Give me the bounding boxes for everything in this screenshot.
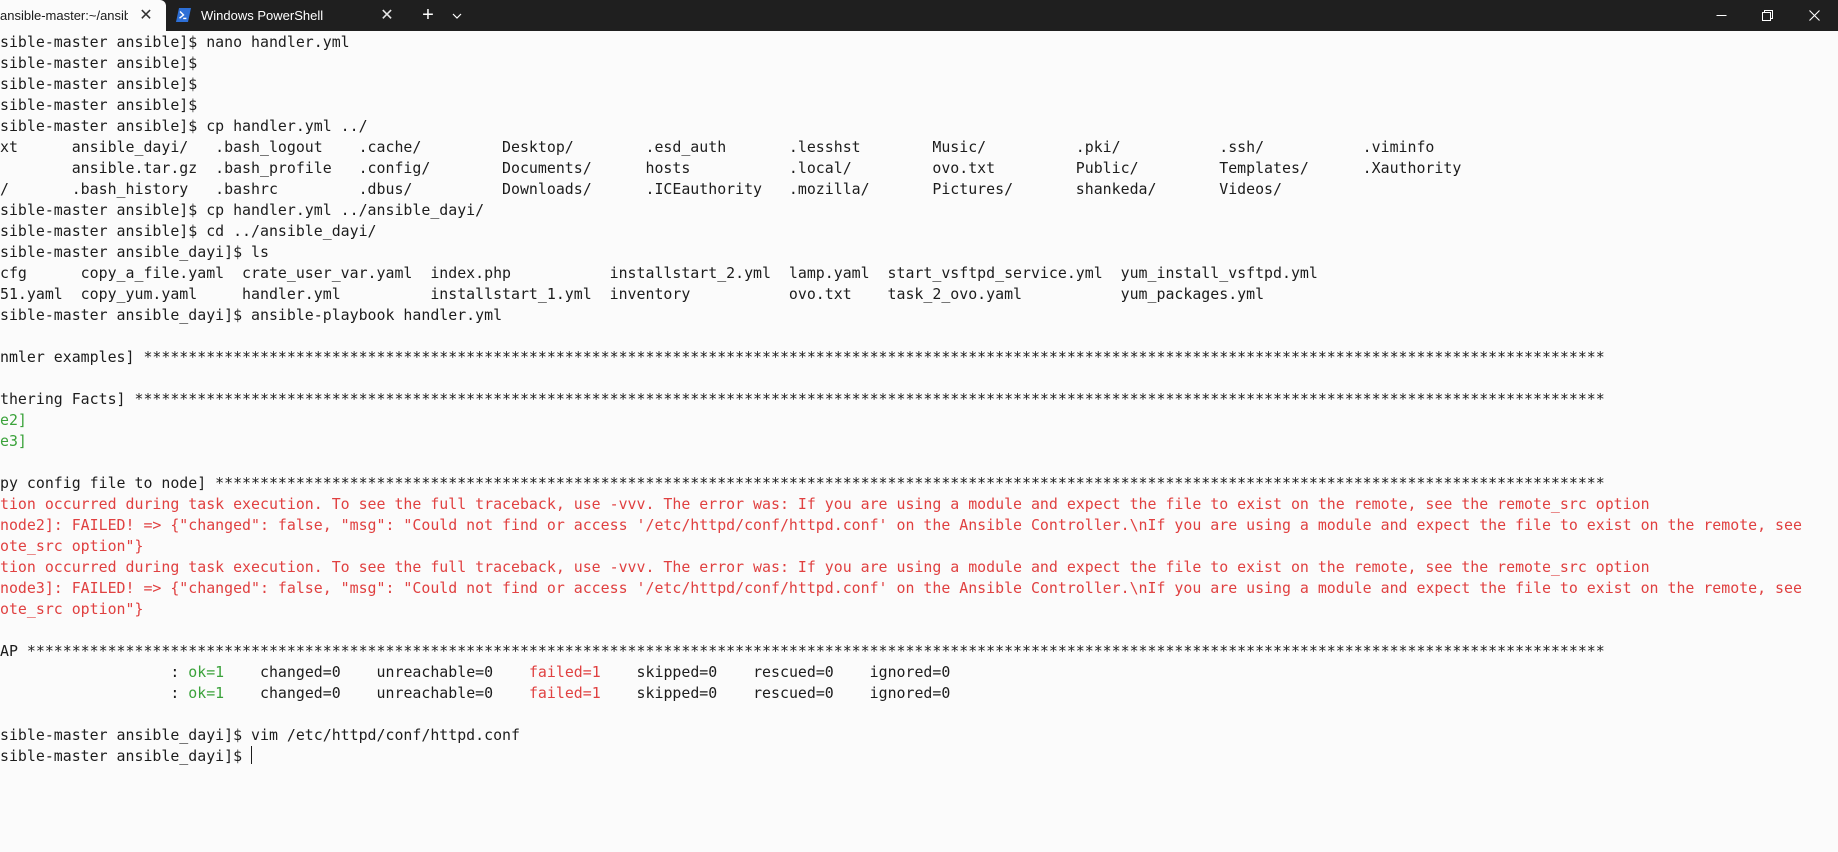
terminal-text: / .bash_history .bashrc .dbus/ Downloads… bbox=[0, 180, 1282, 198]
tab-label: Windows PowerShell bbox=[201, 8, 324, 23]
terminal-line: node3]: FAILED! => {"changed": false, "m… bbox=[0, 578, 1802, 599]
terminal-text: 51.yaml copy_yum.yaml handler.yml instal… bbox=[0, 285, 1265, 303]
terminal-text: skipped=0 rescued=0 ignored=0 bbox=[600, 684, 951, 702]
terminal-text: ote_src option"} bbox=[0, 600, 144, 618]
terminal-line: AP *************************************… bbox=[0, 641, 1605, 662]
tab-label: ansible-master:~/ansible bbox=[0, 8, 128, 23]
terminal-text: failed=1 bbox=[528, 684, 601, 702]
terminal-text: sible-master ansible]$ bbox=[0, 75, 198, 93]
terminal-text: node2]: FAILED! => {"changed": false, "m… bbox=[0, 516, 1802, 534]
minimize-icon bbox=[1716, 15, 1726, 16]
terminal-text: sible-master ansible_dayi]$ ansible-play… bbox=[0, 306, 503, 324]
terminal-line: cfg copy_a_file.yaml crate_user_var.yaml… bbox=[0, 263, 1318, 284]
terminal-text: : bbox=[0, 663, 189, 681]
terminal-text: changed=0 unreachable=0 bbox=[224, 663, 529, 681]
terminal-text: e2] bbox=[0, 411, 27, 429]
terminal-text: skipped=0 rescued=0 ignored=0 bbox=[600, 663, 951, 681]
terminal-text: node3]: FAILED! => {"changed": false, "m… bbox=[0, 579, 1802, 597]
terminal-line: sible-master ansible]$ nano handler.yml bbox=[0, 32, 350, 53]
terminal-line: : ok=1 changed=0 unreachable=0 failed=1 … bbox=[0, 683, 950, 704]
terminal-text: failed=1 bbox=[528, 663, 601, 681]
terminal-text: changed=0 unreachable=0 bbox=[224, 684, 529, 702]
terminal-line: ote_src option"} bbox=[0, 536, 143, 557]
terminal-text: e3] bbox=[0, 432, 27, 450]
terminal-line: node2]: FAILED! => {"changed": false, "m… bbox=[0, 515, 1802, 536]
terminal-text: : bbox=[0, 684, 189, 702]
chevron-down-icon bbox=[452, 13, 462, 19]
terminal-text: sible-master ansible]$ bbox=[0, 54, 198, 72]
terminal-line: : ok=1 changed=0 unreachable=0 failed=1 … bbox=[0, 662, 950, 683]
terminal-output[interactable]: sible-master ansible]$ nano handler.yml s… bbox=[0, 31, 1838, 852]
terminal-text: ok=1 bbox=[188, 684, 225, 702]
terminal-line: sible-master ansible]$ cp handler.yml ..… bbox=[0, 200, 484, 221]
terminal-text: sible-master ansible]$ cp handler.yml ..… bbox=[0, 201, 485, 219]
terminal-text: sible-master ansible]$ cp handler.yml ..… bbox=[0, 117, 368, 135]
terminal-text: sible-master ansible_dayi]$ bbox=[0, 747, 252, 765]
terminal-text: ok=1 bbox=[188, 663, 225, 681]
terminal-line: sible-master ansible_dayi]$ ls bbox=[0, 242, 269, 263]
terminal-line: 51.yaml copy_yum.yaml handler.yml instal… bbox=[0, 284, 1264, 305]
terminal-text: sible-master ansible_dayi]$ vim /etc/htt… bbox=[0, 726, 520, 744]
terminal-line: e3] bbox=[0, 431, 27, 452]
terminal-text: ote_src option"} bbox=[0, 537, 144, 555]
terminal-line: tion occurred during task execution. To … bbox=[0, 557, 1650, 578]
terminal-text: py config file to node] ****************… bbox=[0, 474, 1605, 492]
terminal-text: cfg copy_a_file.yaml crate_user_var.yaml… bbox=[0, 264, 1318, 282]
terminal-text: nmler examples] ************************… bbox=[0, 348, 1605, 366]
terminal-line: / .bash_history .bashrc .dbus/ Downloads… bbox=[0, 179, 1282, 200]
terminal-text: tion occurred during task execution. To … bbox=[0, 495, 1650, 513]
terminal-line: e2] bbox=[0, 410, 27, 431]
minimize-button[interactable] bbox=[1698, 0, 1744, 31]
terminal-line: py config file to node] ****************… bbox=[0, 473, 1605, 494]
terminal-text: AP *************************************… bbox=[0, 642, 1605, 660]
powershell-icon bbox=[176, 8, 191, 22]
terminal-text: sible-master ansible]$ nano handler.yml bbox=[0, 33, 350, 51]
terminal-line: ote_src option"} bbox=[0, 599, 143, 620]
terminal-text: sible-master ansible_dayi]$ ls bbox=[0, 243, 269, 261]
tab-close-icon[interactable]: ✕ bbox=[378, 6, 396, 24]
terminal-line: nmler examples] ************************… bbox=[0, 347, 1605, 368]
restore-icon bbox=[1761, 10, 1773, 21]
terminal-line: xt ansible_dayi/ .bash_logout .cache/ De… bbox=[0, 137, 1434, 158]
terminal-text: sible-master ansible]$ cd ../ansible_day… bbox=[0, 222, 377, 240]
terminal-text: sible-master ansible]$ bbox=[0, 96, 198, 114]
terminal-line: sible-master ansible_dayi]$ bbox=[0, 746, 253, 767]
terminal-line: thering Facts] *************************… bbox=[0, 389, 1605, 410]
terminal-text: tion occurred during task execution. To … bbox=[0, 558, 1650, 576]
tab-close-icon[interactable]: ✕ bbox=[137, 6, 155, 24]
terminal-line: sible-master ansible_dayi]$ ansible-play… bbox=[0, 305, 502, 326]
tab-dropdown-button[interactable] bbox=[444, 0, 470, 31]
terminal-text: thering Facts] *************************… bbox=[0, 390, 1605, 408]
close-button[interactable] bbox=[1790, 0, 1838, 31]
terminal-line: tion occurred during task execution. To … bbox=[0, 494, 1650, 515]
terminal-line: sible-master ansible_dayi]$ vim /etc/htt… bbox=[0, 725, 520, 746]
close-icon bbox=[1808, 10, 1820, 21]
terminal-line: sible-master ansible]$ bbox=[0, 95, 197, 116]
text-cursor bbox=[251, 746, 253, 764]
terminal-line: sible-master ansible]$ bbox=[0, 74, 197, 95]
tab-ansible-master[interactable]: ansible-master:~/ansible ✕ bbox=[0, 0, 166, 31]
terminal-line: ansible.tar.gz .bash_profile .config/ Do… bbox=[0, 158, 1462, 179]
terminal-text: ansible.tar.gz .bash_profile .config/ Do… bbox=[0, 159, 1462, 177]
restore-button[interactable] bbox=[1744, 0, 1790, 31]
terminal-line: sible-master ansible]$ cp handler.yml ..… bbox=[0, 116, 368, 137]
terminal-line: sible-master ansible]$ bbox=[0, 53, 197, 74]
tab-windows-powershell[interactable]: Windows PowerShell ✕ bbox=[166, 0, 406, 31]
new-tab-button[interactable]: + bbox=[414, 0, 442, 31]
terminal-text: xt ansible_dayi/ .bash_logout .cache/ De… bbox=[0, 138, 1435, 156]
terminal-line: sible-master ansible]$ cd ../ansible_day… bbox=[0, 221, 377, 242]
title-bar: ansible-master:~/ansible ✕ Windows Power… bbox=[0, 0, 1838, 31]
